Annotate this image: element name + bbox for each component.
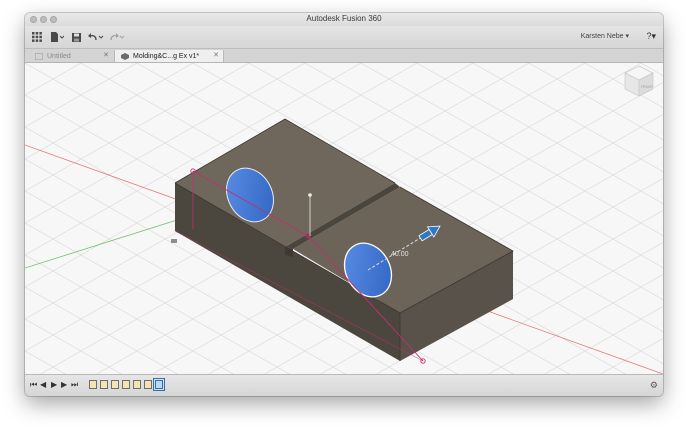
view-cube-face-label: FRONT — [641, 85, 654, 89]
timeline-feature-fillet-icon[interactable] — [144, 380, 152, 389]
step-forward-icon[interactable]: ▶ — [61, 380, 67, 389]
close-tab-icon[interactable]: ✕ — [103, 51, 109, 59]
tab-molding-example[interactable]: Molding&C...g Ex v1* ✕ — [114, 50, 224, 62]
go-to-beginning-icon[interactable]: ⏮ — [30, 380, 37, 390]
construction-marker — [171, 239, 177, 243]
app-window: Autodesk Fusion 360 Karsten Nebe ▾ ?▾ Un… — [25, 13, 663, 396]
tab-label: Untitled — [47, 52, 71, 60]
go-to-end-icon[interactable]: ⏭ — [71, 380, 78, 390]
application-bar: Karsten Nebe ▾ ?▾ — [25, 26, 663, 49]
extrude-distance-label[interactable]: 40.00 — [391, 251, 409, 258]
timeline-feature-extrude-icon[interactable] — [100, 380, 108, 389]
tab-label: Molding&C...g Ex v1* — [133, 52, 200, 60]
origin-point[interactable] — [308, 193, 312, 197]
timeline-feature-sketch-icon[interactable] — [111, 380, 119, 389]
save-icon[interactable] — [70, 30, 82, 44]
window-title: Autodesk Fusion 360 — [306, 14, 382, 23]
step-back-icon[interactable]: ◀ — [40, 380, 46, 389]
document-icon — [121, 52, 129, 60]
title-bar: Autodesk Fusion 360 — [25, 13, 663, 26]
document-icon — [35, 52, 43, 60]
3d-viewport-canvas[interactable]: 40.00 FRONT — [25, 63, 663, 374]
play-icon[interactable]: ▶ — [51, 380, 57, 389]
timeline-feature-sketch-icon[interactable] — [89, 380, 97, 389]
user-account-menu[interactable]: Karsten Nebe ▾ — [581, 32, 629, 40]
help-icon: ?▾ — [646, 31, 656, 41]
redo-icon[interactable] — [108, 30, 126, 44]
undo-icon[interactable] — [87, 30, 105, 44]
file-menu-icon[interactable] — [49, 30, 65, 44]
close-tab-icon[interactable]: ✕ — [213, 51, 219, 59]
timeline-marker[interactable] — [153, 378, 165, 391]
timeline-feature-extrude-icon[interactable] — [122, 380, 130, 389]
timeline-feature-hole-icon[interactable] — [133, 380, 141, 389]
timeline-settings-gear-icon[interactable]: ⚙ — [650, 380, 658, 391]
help-menu[interactable]: ?▾ — [646, 31, 656, 42]
document-tab-bar: Untitled ✕ Molding&C...g Ex v1* ✕ — [25, 49, 663, 63]
timeline-bar: ⏮ ◀ ▶ ▶ ⏭ ⚙ — [25, 374, 663, 396]
tab-untitled[interactable]: Untitled ✕ — [29, 50, 113, 62]
data-panel-grid-icon[interactable] — [29, 30, 45, 44]
